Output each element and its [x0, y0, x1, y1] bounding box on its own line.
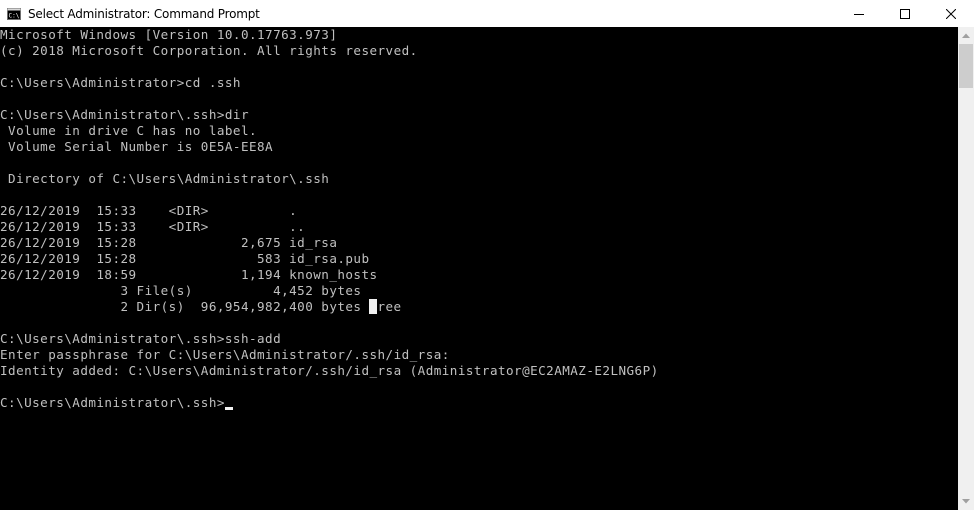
console-line: (c) 2018 Microsoft Corporation. All righ… — [0, 43, 418, 58]
command-prompt-window: C:\ Select Administrator: Command Prompt — [0, 0, 974, 510]
console-line: C:\Users\Administrator\.ssh> — [0, 395, 958, 411]
console-line: Volume Serial Number is 0E5A-EE8A — [0, 139, 274, 154]
console-line: 26/12/2019 15:28 2,675 id_rsa — [0, 235, 338, 250]
window-title: Select Administrator: Command Prompt — [28, 6, 260, 21]
console-line: C:\Users\Administrator>cd .ssh — [0, 75, 241, 90]
console-line: 26/12/2019 18:59 1,194 known_hosts — [0, 267, 378, 282]
cmd-icon[interactable]: C:\ — [7, 7, 21, 20]
console-line: C:\Users\Administrator\.ssh>dir — [0, 107, 249, 122]
console-line: 26/12/2019 15:33 <DIR> .. — [0, 219, 306, 234]
close-button[interactable] — [928, 0, 974, 27]
console-line: 3 File(s) 4,452 bytes — [0, 283, 362, 298]
title-bar[interactable]: C:\ Select Administrator: Command Prompt — [0, 0, 974, 27]
svg-text:C:\: C:\ — [9, 12, 20, 19]
console-lines: Microsoft Windows [Version 10.0.17763.97… — [0, 27, 958, 411]
scroll-down-button[interactable] — [958, 493, 974, 510]
console-line: Identity added: C:\Users\Administrator/.… — [0, 363, 659, 378]
console-line: Microsoft Windows [Version 10.0.17763.97… — [0, 27, 338, 42]
minimize-button[interactable] — [836, 0, 882, 27]
console-output[interactable]: Microsoft Windows [Version 10.0.17763.97… — [0, 27, 958, 510]
minimize-icon — [854, 13, 864, 15]
console-line: C:\Users\Administrator\.ssh>ssh-add — [0, 331, 282, 346]
console-line: 26/12/2019 15:28 583 id_rsa.pub — [0, 251, 370, 266]
console-line: 2 Dir(s) 96,954,982,400 bytes ree — [0, 299, 402, 314]
window-controls — [836, 0, 974, 27]
scrollbar-thumb[interactable] — [959, 44, 973, 88]
vertical-scrollbar[interactable] — [958, 27, 974, 510]
console-line: 26/12/2019 15:33 <DIR> . — [0, 203, 298, 218]
arrow-up-icon — [962, 33, 970, 38]
maximize-icon — [900, 8, 910, 19]
console-line: Enter passphrase for C:\Users\Administra… — [0, 347, 450, 362]
text-cursor — [224, 407, 233, 410]
arrow-down-icon — [962, 499, 970, 504]
console-line: Directory of C:\Users\Administrator\.ssh — [0, 171, 330, 186]
maximize-button[interactable] — [882, 0, 928, 27]
console-line: Volume in drive C has no label. — [0, 123, 258, 138]
close-icon — [946, 8, 956, 19]
scroll-up-button[interactable] — [958, 27, 974, 44]
